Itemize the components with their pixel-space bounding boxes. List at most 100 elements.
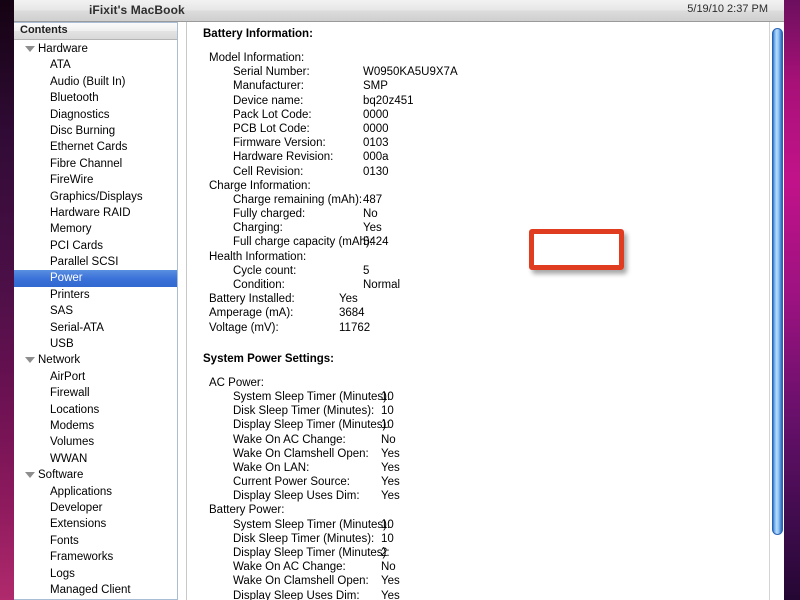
info-row-key: Pack Lot Code: [233, 108, 363, 122]
sidebar-item-ata[interactable]: ATA [14, 57, 177, 73]
sidebar-item-volumes[interactable]: Volumes [14, 434, 177, 450]
sidebar-item-audio-built-in[interactable]: Audio (Built In) [14, 74, 177, 90]
group-heading: Battery Power: [203, 503, 784, 517]
sidebar-item-label: Frameworks [14, 551, 113, 563]
sidebar-item-label: Network [14, 354, 80, 366]
sidebar-item-disc-burning[interactable]: Disc Burning [14, 123, 177, 139]
sidebar-item-modems[interactable]: Modems [14, 418, 177, 434]
sidebar-item-developer[interactable]: Developer [14, 500, 177, 516]
sidebar-item-ethernet-cards[interactable]: Ethernet Cards [14, 139, 177, 155]
sidebar-item-label: WWAN [14, 453, 87, 465]
vertical-scrollbar[interactable] [769, 22, 784, 600]
battery-information-title: Battery Information: [203, 26, 784, 42]
sidebar-item-firewire[interactable]: FireWire [14, 172, 177, 188]
info-row-value: 2 [381, 546, 387, 560]
sidebar-item-sas[interactable]: SAS [14, 303, 177, 319]
sidebar-item-wwan[interactable]: WWAN [14, 451, 177, 467]
sidebar-item-graphics-displays[interactable]: Graphics/Displays [14, 189, 177, 205]
info-row-key: Cycle count: [233, 264, 363, 278]
info-row-key: Device name: [233, 94, 363, 108]
window-titlebar[interactable]: iFixit's MacBook 5/19/10 2:37 PM [14, 0, 784, 22]
info-row-key: Current Power Source: [233, 475, 381, 489]
sidebar-item-label: Volumes [14, 436, 94, 448]
info-row-key: Firmware Version: [233, 136, 363, 150]
info-row-key: Wake On Clamshell Open: [233, 447, 381, 461]
sidebar-item-fonts[interactable]: Fonts [14, 533, 177, 549]
battery-information-blocks: Model Information:Serial Number:W0950KA5… [203, 51, 784, 335]
sidebar-item-label: Locations [14, 404, 99, 416]
sidebar-item-printers[interactable]: Printers [14, 287, 177, 303]
sidebar-item-pci-cards[interactable]: PCI Cards [14, 238, 177, 254]
group-heading: Model Information: [203, 51, 784, 65]
group-heading: Health Information: [203, 250, 784, 264]
sidebar-item-firewall[interactable]: Firewall [14, 385, 177, 401]
info-row: Hardware Revision:000a [203, 150, 784, 164]
sidebar-header-label: Contents [20, 24, 68, 36]
sidebar-item-applications[interactable]: Applications [14, 484, 177, 500]
window-body: Contents HardwareATAAudio (Built In) Blue… [14, 22, 784, 600]
info-row: Display Sleep Timer (Minutes):2 [203, 546, 784, 560]
sidebar-item-locations[interactable]: Locations [14, 402, 177, 418]
info-row-key: Wake On LAN: [233, 461, 381, 475]
info-row-value: 000a [363, 150, 389, 164]
sidebar-item-label: Bluetooth [14, 92, 99, 104]
info-row: Manufacturer:SMP [203, 79, 784, 93]
info-row: System Sleep Timer (Minutes):10 [203, 518, 784, 532]
info-row-key: Cell Revision: [233, 165, 363, 179]
info-row-value: No [381, 560, 396, 574]
sidebar-item-frameworks[interactable]: Frameworks [14, 549, 177, 565]
info-row-value: Yes [381, 589, 400, 600]
info-row-key: Manufacturer: [233, 79, 363, 93]
sidebar-item-memory[interactable]: Memory [14, 221, 177, 237]
info-row-value: 11762 [339, 321, 370, 335]
info-row-value: Yes [339, 292, 358, 306]
sidebar-item-usb[interactable]: USB [14, 336, 177, 352]
info-row-value: Yes [381, 489, 400, 503]
chevron-down-icon[interactable] [25, 357, 35, 363]
sidebar-item-software[interactable]: Software [14, 467, 177, 483]
info-row-value: 10 [381, 518, 394, 532]
sidebar-item-label: SAS [14, 305, 73, 317]
sidebar-column-header[interactable]: Contents [14, 23, 177, 40]
info-row-key: Display Sleep Timer (Minutes): [233, 546, 381, 560]
chevron-down-icon[interactable] [25, 46, 35, 52]
contents-tree: HardwareATAAudio (Built In) Bluetooth Diag… [14, 40, 177, 598]
info-row-key: Condition: [233, 278, 363, 292]
info-row: Wake On Clamshell Open:Yes [203, 574, 784, 588]
sidebar-item-extensions[interactable]: Extensions [14, 516, 177, 532]
sidebar-item-hardware-raid[interactable]: Hardware RAID [14, 205, 177, 221]
sidebar-item-label: Ethernet Cards [14, 141, 127, 153]
sidebar-item-label: FireWire [14, 174, 93, 186]
info-row-value: bq20z451 [363, 94, 414, 108]
sidebar-item-bluetooth[interactable]: Bluetooth [14, 90, 177, 106]
sidebar-item-serial-ata[interactable]: Serial-ATA [14, 320, 177, 336]
info-row-value: 0000 [363, 108, 389, 122]
info-row-key: Disk Sleep Timer (Minutes): [233, 532, 381, 546]
vertical-scrollbar-thumb[interactable] [772, 28, 783, 535]
info-row: Wake On AC Change:No [203, 433, 784, 447]
info-row: Disk Sleep Timer (Minutes):10 [203, 532, 784, 546]
sidebar-item-managed-client[interactable]: Managed Client [14, 582, 177, 598]
info-row-key: System Sleep Timer (Minutes): [233, 390, 381, 404]
sidebar-item-parallel-scsi[interactable]: Parallel SCSI [14, 254, 177, 270]
contents-sidebar[interactable]: Contents HardwareATAAudio (Built In) Blue… [14, 22, 178, 600]
info-row-key: Battery Installed: [209, 292, 339, 306]
sidebar-item-power[interactable]: Power [14, 270, 177, 286]
sidebar-item-label: Serial-ATA [14, 322, 104, 334]
sidebar-item-airport[interactable]: AirPort [14, 369, 177, 385]
chevron-down-icon[interactable] [25, 472, 35, 478]
sidebar-item-hardware[interactable]: Hardware [14, 41, 177, 57]
info-row-value: 0103 [363, 136, 389, 150]
sidebar-item-network[interactable]: Network [14, 352, 177, 368]
info-row-value: 0130 [363, 165, 389, 179]
info-row: Wake On LAN:Yes [203, 461, 784, 475]
info-row-key: Amperage (mA): [209, 306, 339, 320]
sidebar-item-label: Fibre Channel [14, 158, 122, 170]
sidebar-item-fibre-channel[interactable]: Fibre Channel [14, 156, 177, 172]
detail-panel[interactable]: Battery Information: Model Information:S… [186, 22, 784, 600]
sidebar-item-logs[interactable]: Logs [14, 566, 177, 582]
sidebar-item-diagnostics[interactable]: Diagnostics [14, 107, 177, 123]
info-row-value: 10 [381, 390, 394, 404]
info-row-key: Wake On AC Change: [233, 433, 381, 447]
info-row: PCB Lot Code:0000 [203, 122, 784, 136]
